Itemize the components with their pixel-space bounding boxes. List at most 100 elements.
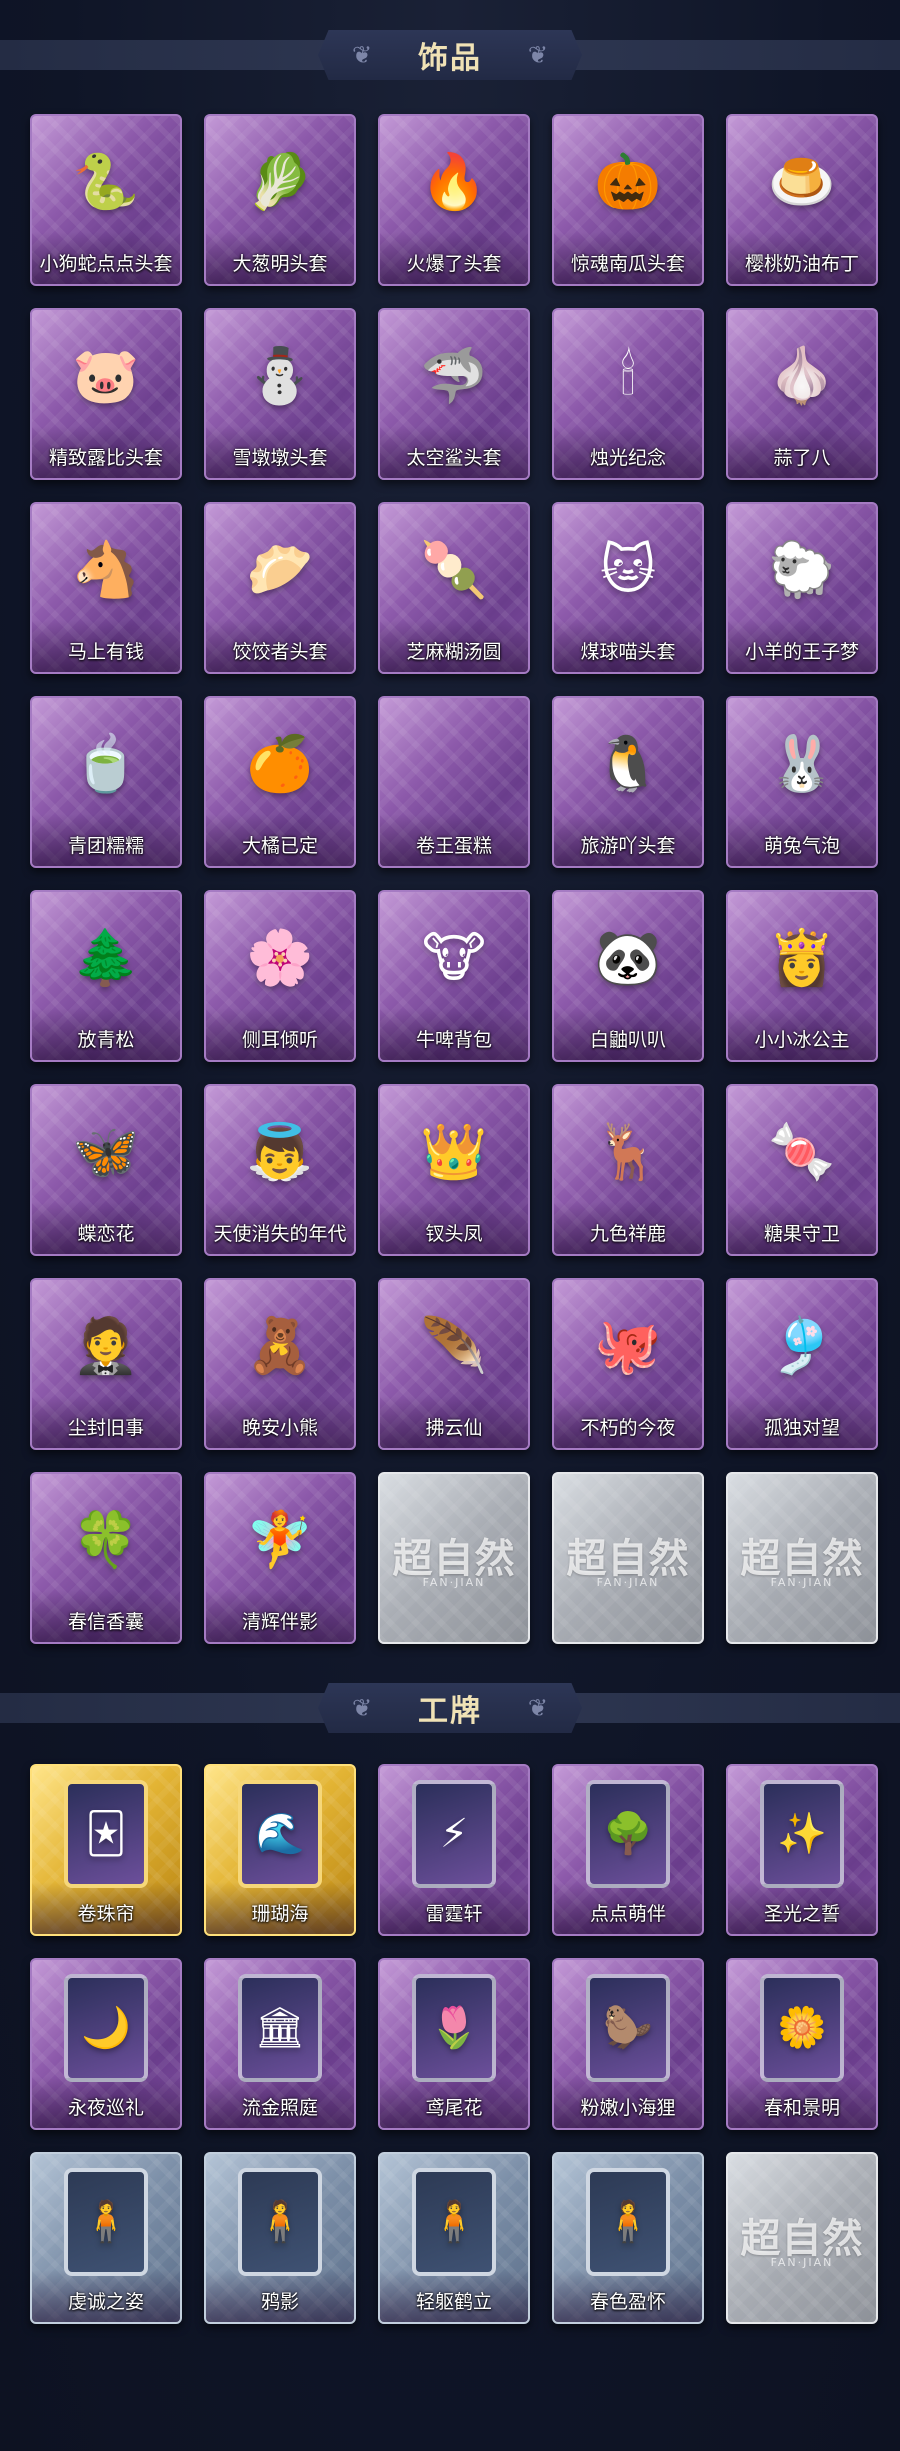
item-card[interactable]: 🐴 马上有钱 — [30, 502, 182, 674]
item-card[interactable]: 🥟 饺饺者头套 — [204, 502, 356, 674]
item-card[interactable]: 🌳 点点萌伴 — [552, 1764, 704, 1936]
item-card[interactable]: 🐮 牛啤背包 — [378, 890, 530, 1062]
item-art-icon: 🥟 — [246, 538, 314, 601]
locked-item-card[interactable]: 超自然 FAN·JIAN — [726, 1472, 878, 1644]
item-card[interactable]: 🐼 白鼬叭叭 — [552, 890, 704, 1062]
item-card[interactable]: 🍵 青团糯糯 — [30, 696, 182, 868]
item-label: 火爆了头套 — [406, 253, 502, 275]
item-card[interactable]: 🐙 不朽的今夜 — [552, 1278, 704, 1450]
item-label: 小小冰公主 — [754, 1029, 850, 1051]
item-card[interactable]: 🍮 樱桃奶油布丁 — [726, 114, 878, 286]
item-card[interactable]: 🍡 芝麻糊汤圆 — [378, 502, 530, 674]
item-label: 放青松 — [77, 1029, 135, 1051]
item-art-icon: 🦋 — [72, 1120, 140, 1183]
item-card[interactable]: 🌊 珊瑚海 — [204, 1764, 356, 1936]
item-card[interactable]: 🏛 流金照庭 — [204, 1958, 356, 2130]
item-card[interactable]: 🐱 煤球喵头套 — [552, 502, 704, 674]
item-label: 蝶恋花 — [77, 1223, 135, 1245]
badge-art-icon: 🧍 — [238, 2168, 322, 2276]
item-label: 轻躯鹤立 — [415, 2291, 492, 2313]
item-label: 尘封旧事 — [67, 1417, 144, 1439]
item-label: 春色盈怀 — [589, 2291, 666, 2313]
item-label: 流金照庭 — [241, 2097, 318, 2119]
item-card[interactable]: 🌸 侧耳倾听 — [204, 890, 356, 1062]
badge-art-icon: 🦫 — [586, 1974, 670, 2082]
item-card[interactable]: 🪶 拂云仙 — [378, 1278, 530, 1450]
item-card[interactable]: 🧸 晚安小熊 — [204, 1278, 356, 1450]
item-card[interactable]: 🧍 虔诚之姿 — [30, 2152, 182, 2324]
item-card[interactable]: 🐰 萌兔气泡 — [726, 696, 878, 868]
badge-art-icon: ✨ — [760, 1780, 844, 1888]
item-card[interactable]: ⚡ 雷霆轩 — [378, 1764, 530, 1936]
item-label: 清辉伴影 — [241, 1611, 318, 1633]
locked-item-card[interactable]: 超自然 FAN·JIAN — [726, 2152, 878, 2324]
badge-art-icon: 🏛 — [238, 1974, 322, 2082]
swirl-ornament-icon: ❦ — [527, 1694, 548, 1722]
badge-art-icon: 🌷 — [412, 1974, 496, 2082]
item-card[interactable]: 🐧 旅游吖头套 — [552, 696, 704, 868]
item-card[interactable]: 🌷 鸢尾花 — [378, 1958, 530, 2130]
item-art-icon: 🌸 — [246, 926, 314, 989]
item-card[interactable]: 🌙 永夜巡礼 — [30, 1958, 182, 2130]
item-card[interactable]: 卷王蛋糕 — [378, 696, 530, 868]
item-label: 鸢尾花 — [425, 2097, 483, 2119]
item-label: 永夜巡礼 — [67, 2097, 144, 2119]
locked-item-card[interactable]: 超自然 FAN·JIAN — [378, 1472, 530, 1644]
watermark-subtitle: FAN·JIAN — [596, 1576, 660, 1589]
item-label: 不朽的今夜 — [580, 1417, 676, 1439]
item-card[interactable]: 🧍 春色盈怀 — [552, 2152, 704, 2324]
item-card[interactable]: 🍊 大橘已定 — [204, 696, 356, 868]
item-art-icon: 🍀 — [72, 1508, 140, 1571]
item-card[interactable]: ⛄ 雪墩墩头套 — [204, 308, 356, 480]
item-card[interactable]: 🐷 精致露比头套 — [30, 308, 182, 480]
item-label: 卷王蛋糕 — [415, 835, 492, 857]
item-card[interactable]: 🧍 鸦影 — [204, 2152, 356, 2324]
item-card[interactable]: 🍬 糖果守卫 — [726, 1084, 878, 1256]
item-card[interactable]: 🦋 蝶恋花 — [30, 1084, 182, 1256]
item-label: 太空鲨头套 — [406, 447, 502, 469]
badge-art-icon: 🧍 — [412, 2168, 496, 2276]
item-card[interactable]: 🐍 小狗蛇点点头套 — [30, 114, 182, 286]
item-label: 饺饺者头套 — [232, 641, 328, 663]
locked-item-card[interactable]: 超自然 FAN·JIAN — [552, 1472, 704, 1644]
item-card[interactable]: 🌼 春和景明 — [726, 1958, 878, 2130]
item-card[interactable]: 👸 小小冰公主 — [726, 890, 878, 1062]
badge-art-icon: 🌙 — [64, 1974, 148, 2082]
item-card[interactable]: 🦫 粉嫩小海狸 — [552, 1958, 704, 2130]
item-card[interactable]: 👼 天使消失的年代 — [204, 1084, 356, 1256]
section-title: 饰品 — [418, 41, 482, 76]
badge-art-icon: ⚡ — [412, 1780, 496, 1888]
badge-art-icon: 🌳 — [586, 1780, 670, 1888]
item-card[interactable]: 🍀 春信香囊 — [30, 1472, 182, 1644]
item-card[interactable]: 🦈 太空鲨头套 — [378, 308, 530, 480]
item-label: 点点萌伴 — [589, 1903, 666, 1925]
item-card[interactable]: 🧄 蒜了八 — [726, 308, 878, 480]
item-art-icon: 🍵 — [72, 732, 140, 795]
badge-art-icon: 🧍 — [586, 2168, 670, 2276]
item-label: 萌兔气泡 — [763, 835, 840, 857]
item-card[interactable]: 🕯 烛光纪念 — [552, 308, 704, 480]
item-label: 白鼬叭叭 — [589, 1029, 666, 1051]
item-card[interactable]: 🤵 尘封旧事 — [30, 1278, 182, 1450]
item-label: 天使消失的年代 — [213, 1223, 347, 1245]
item-card[interactable]: 🥬 大葱明头套 — [204, 114, 356, 286]
item-card[interactable]: 🃏 卷珠帘 — [30, 1764, 182, 1936]
item-card[interactable]: 🔥 火爆了头套 — [378, 114, 530, 286]
item-card[interactable]: 🐑 小羊的王子梦 — [726, 502, 878, 674]
item-card[interactable]: 🌲 放青松 — [30, 890, 182, 1062]
item-card[interactable]: 🧍 轻躯鹤立 — [378, 2152, 530, 2324]
item-label: 蒜了八 — [773, 447, 831, 469]
item-art-icon: 🤵 — [72, 1314, 140, 1377]
item-card[interactable]: 🎃 惊魂南瓜头套 — [552, 114, 704, 286]
item-card[interactable]: ✨ 圣光之誓 — [726, 1764, 878, 1936]
item-card[interactable]: 👑 钗头凤 — [378, 1084, 530, 1256]
item-card[interactable]: 🎐 孤独对望 — [726, 1278, 878, 1450]
item-card[interactable]: 🦌 九色祥鹿 — [552, 1084, 704, 1256]
item-label: 小狗蛇点点头套 — [39, 253, 173, 275]
item-card[interactable]: 🧚 清辉伴影 — [204, 1472, 356, 1644]
item-art-icon: ⛄ — [246, 344, 314, 407]
item-art-icon: 🪶 — [420, 1314, 488, 1377]
watermark-subtitle: FAN·JIAN — [770, 1576, 834, 1589]
item-art-icon: 🐮 — [422, 926, 486, 989]
item-label: 煤球喵头套 — [580, 641, 676, 663]
